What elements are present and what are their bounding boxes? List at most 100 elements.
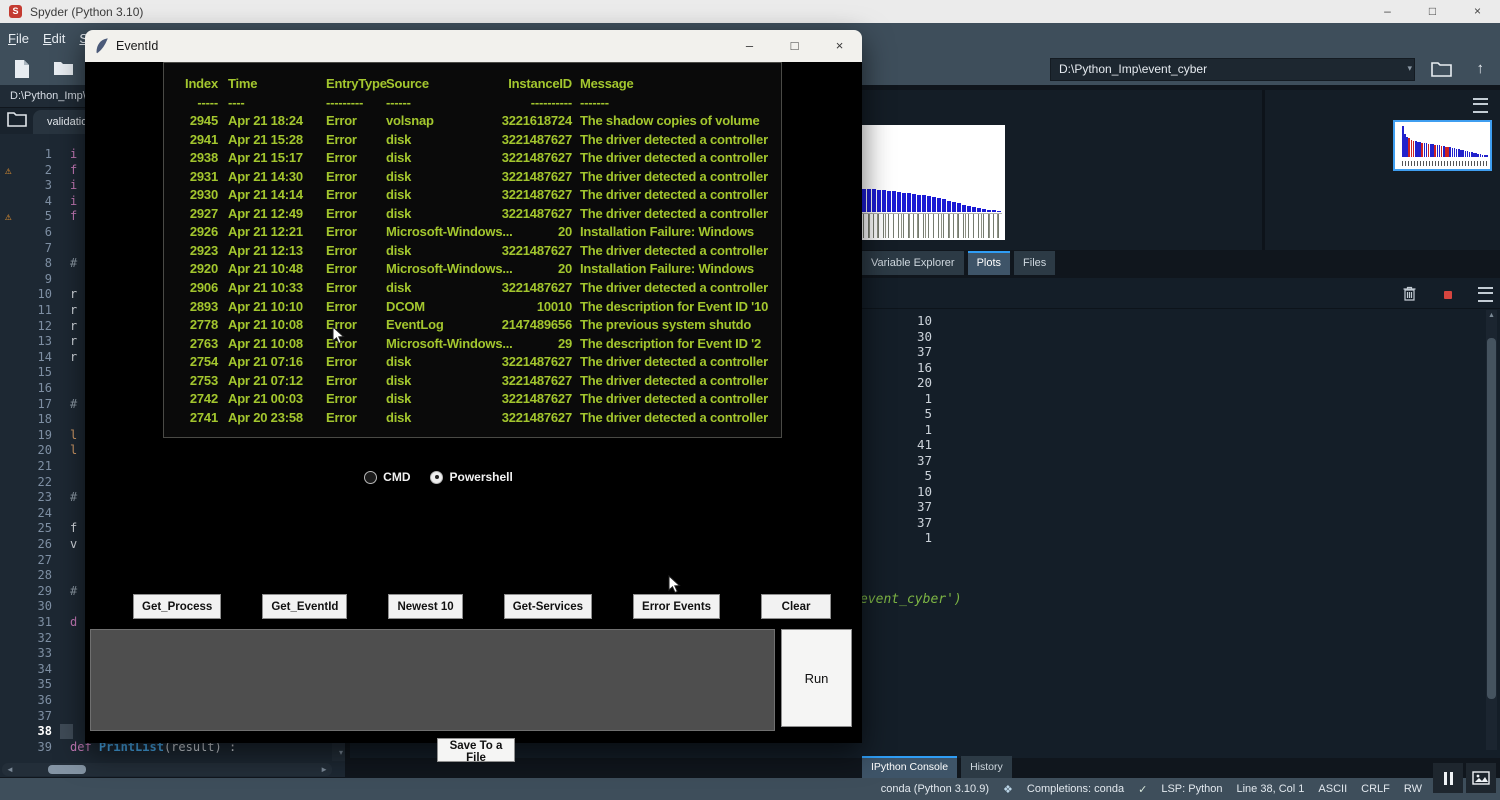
plot-thumbnail-selected[interactable] bbox=[1393, 120, 1492, 171]
open-folder-icon[interactable] bbox=[53, 59, 75, 77]
event-row: 2930Apr 21 14:14Errordisk3221487627The d… bbox=[172, 186, 781, 205]
line-number: 6 bbox=[0, 225, 52, 241]
tab-files[interactable]: Files bbox=[1014, 251, 1055, 275]
line-number: 25 bbox=[0, 521, 52, 537]
line-number: 23 bbox=[0, 490, 52, 506]
radio-cmd[interactable]: CMD bbox=[364, 470, 410, 484]
console-output-number: 5 bbox=[862, 468, 932, 484]
code-text: r bbox=[70, 303, 77, 319]
plots-options-menu-icon[interactable] bbox=[1473, 98, 1488, 113]
status-interpreter[interactable]: conda (Python 3.10.9) bbox=[881, 783, 989, 795]
line-number: 7 bbox=[0, 241, 52, 257]
console-output-number: 1 bbox=[862, 530, 932, 546]
status-lsp[interactable]: LSP: Python bbox=[1161, 783, 1222, 795]
tab-plots[interactable]: Plots bbox=[968, 251, 1010, 275]
event-row: 2923Apr 21 12:13Errordisk3221487627The d… bbox=[172, 242, 781, 261]
code-text: i bbox=[70, 194, 77, 210]
menu-item-file[interactable]: File bbox=[8, 31, 29, 46]
desktop: S Spyder (Python 3.10) – □ × FileEditSea… bbox=[0, 0, 1500, 800]
browse-folder-icon[interactable] bbox=[1431, 61, 1452, 77]
pause-icon bbox=[1444, 772, 1453, 785]
screenshot-button[interactable] bbox=[1466, 763, 1496, 793]
event-row: 2742Apr 21 00:03Errordisk3221487627The d… bbox=[172, 390, 781, 409]
current-line-marker bbox=[60, 724, 73, 739]
line-number: 4 bbox=[0, 194, 52, 210]
tab-history[interactable]: History bbox=[961, 756, 1012, 778]
line-number: 10 bbox=[0, 287, 52, 303]
eventid-window: EventId – □ × IndexTimeEntryTypeSourceIn… bbox=[85, 30, 862, 743]
thumbnail-axis bbox=[1402, 161, 1488, 166]
line-number: 11 bbox=[0, 303, 52, 319]
os-minimize-button[interactable]: – bbox=[1365, 0, 1410, 23]
up-directory-icon[interactable]: ↑ bbox=[1477, 60, 1485, 77]
menu-item-edit[interactable]: Edit bbox=[43, 31, 65, 46]
output-textarea[interactable] bbox=[90, 629, 775, 731]
os-close-button[interactable]: × bbox=[1455, 0, 1500, 23]
error-events-button[interactable]: Error Events bbox=[633, 594, 720, 619]
radio-circle-icon[interactable] bbox=[364, 471, 377, 484]
path-dropdown-icon[interactable]: ▾ bbox=[1407, 58, 1412, 79]
code-text: f bbox=[70, 209, 77, 225]
eventid-titlebar[interactable]: EventId – □ × bbox=[85, 30, 862, 62]
shell-radio-group: CMD Powershell bbox=[85, 470, 792, 484]
mouse-cursor-secondary bbox=[668, 575, 681, 594]
get-process-button[interactable]: Get_Process bbox=[133, 594, 221, 619]
line-number: 32 bbox=[0, 631, 52, 647]
run-button[interactable]: Run bbox=[781, 629, 852, 727]
event-row: 2931Apr 21 14:30Errordisk3221487627The d… bbox=[172, 168, 781, 187]
line-number: 1 bbox=[0, 147, 52, 163]
line-number: 18 bbox=[0, 412, 52, 428]
status-completions[interactable]: Completions: conda bbox=[1027, 783, 1124, 795]
line-number: 33 bbox=[0, 646, 52, 662]
radio-powershell[interactable]: Powershell bbox=[430, 470, 512, 484]
os-window-title: Spyder (Python 3.10) bbox=[30, 5, 143, 19]
newest-10-button[interactable]: Newest 10 bbox=[388, 594, 462, 619]
remove-variables-icon[interactable] bbox=[1403, 286, 1416, 301]
working-directory-input[interactable]: D:\Python_Imp\event_cyber bbox=[1050, 58, 1415, 81]
line-number: 37 bbox=[0, 709, 52, 725]
status-items: conda (Python 3.10.9) ❖ Completions: con… bbox=[600, 778, 1422, 800]
line-number: 2 bbox=[0, 163, 52, 179]
save-to-file-button[interactable]: Save To a File bbox=[437, 738, 515, 762]
line-number: 13 bbox=[0, 334, 52, 350]
get-services-button[interactable]: Get-Services bbox=[504, 594, 592, 619]
scroll-left-icon[interactable]: ◄ bbox=[6, 763, 14, 776]
eventid-maximize-button[interactable]: □ bbox=[772, 30, 817, 62]
console-output-number: 5 bbox=[862, 406, 932, 422]
os-titlebar: S Spyder (Python 3.10) – □ × bbox=[0, 0, 1500, 23]
scrollbar-thumb[interactable] bbox=[48, 765, 86, 774]
line-number: 19 bbox=[0, 428, 52, 444]
line-number: 36 bbox=[0, 693, 52, 709]
line-number: 22 bbox=[0, 475, 52, 491]
clear-button[interactable]: Clear bbox=[761, 594, 831, 619]
console-options-menu-icon[interactable] bbox=[1478, 287, 1493, 302]
scroll-up-icon[interactable]: ▲ bbox=[1488, 312, 1495, 319]
event-log-output[interactable]: IndexTimeEntryTypeSourceInstanceIDMessag… bbox=[163, 62, 782, 438]
event-row: 2938Apr 21 15:17Errordisk3221487627The d… bbox=[172, 149, 781, 168]
editor-horizontal-scrollbar[interactable]: ◄ ► bbox=[2, 763, 332, 776]
tab-ipython-console[interactable]: IPython Console bbox=[862, 756, 957, 778]
line-number: 30 bbox=[0, 599, 52, 615]
scroll-right-icon[interactable]: ► bbox=[320, 763, 328, 776]
console-output-number: 10 bbox=[862, 484, 932, 500]
console-scrollbar[interactable]: ▲ bbox=[1486, 310, 1497, 750]
eventid-minimize-button[interactable]: – bbox=[727, 30, 772, 62]
console-output: 1030371620151413751037371 bbox=[862, 313, 932, 546]
pause-button[interactable] bbox=[1433, 763, 1463, 793]
console-output-number: 16 bbox=[862, 360, 932, 376]
eventid-body: IndexTimeEntryTypeSourceInstanceIDMessag… bbox=[85, 62, 862, 743]
os-maximize-button[interactable]: □ bbox=[1410, 0, 1455, 23]
tab-variable-explorer[interactable]: Variable Explorer bbox=[862, 251, 964, 275]
browse-tabs-icon[interactable] bbox=[7, 111, 27, 128]
console-scrollbar-thumb[interactable] bbox=[1487, 338, 1496, 699]
code-text: i bbox=[70, 147, 77, 163]
get-eventid-button[interactable]: Get_EventId bbox=[262, 594, 347, 619]
line-number: 29 bbox=[0, 584, 52, 600]
radio-label: Powershell bbox=[449, 470, 512, 484]
radio-circle-icon[interactable] bbox=[430, 471, 443, 484]
completions-icon: ❖ bbox=[1003, 783, 1013, 796]
command-buttons: Get_Process Get_EventId Newest 10 Get-Servi… bbox=[133, 594, 831, 619]
console-output-number: 1 bbox=[862, 391, 932, 407]
eventid-close-button[interactable]: × bbox=[817, 30, 862, 62]
new-file-icon[interactable] bbox=[14, 59, 31, 79]
